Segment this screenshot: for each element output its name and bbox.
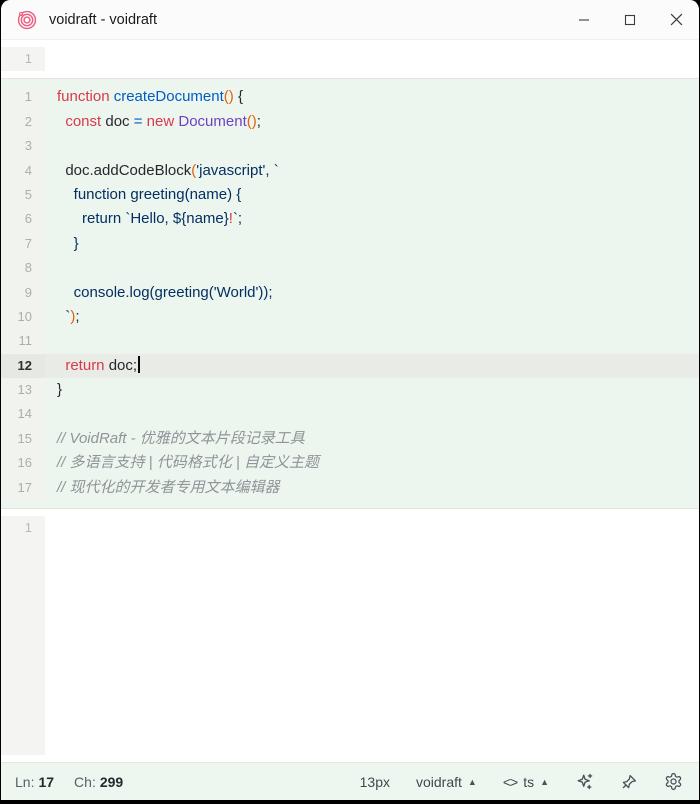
editor: 11function createDocument() {2 const doc… <box>1 40 699 762</box>
line-number: 13 <box>1 378 45 402</box>
window-controls <box>561 0 699 39</box>
code-brackets-icon: <> <box>503 774 517 790</box>
char-indicator: Ch:299 <box>74 774 123 790</box>
line-number: 4 <box>1 159 45 183</box>
line-indicator: Ln:17 <box>15 774 54 790</box>
line-number: 5 <box>1 183 45 207</box>
line-number: 10 <box>1 305 45 329</box>
settings-gear-icon[interactable] <box>664 772 683 791</box>
code-line[interactable]: 7 } <box>1 232 699 256</box>
line-number: 17 <box>1 476 45 500</box>
code-text <box>45 256 699 280</box>
cursor-position: Ln:17 Ch:299 <box>15 774 123 790</box>
line-number: 16 <box>1 451 45 475</box>
code-line[interactable]: 4 doc.addCodeBlock('javascript', ` <box>1 159 699 183</box>
language-selector[interactable]: <> ts ▲ <box>503 774 549 790</box>
code-line[interactable]: 1 <box>1 516 699 540</box>
code-text: return doc; <box>45 354 699 378</box>
line-number: 1 <box>1 47 45 71</box>
code-line[interactable]: 14 <box>1 402 699 426</box>
line-number: 1 <box>1 516 45 540</box>
code-line[interactable]: 6 return `Hello, ${name}!`; <box>1 207 699 231</box>
code-text: } <box>45 232 699 256</box>
line-number: 6 <box>1 207 45 231</box>
code-text: function greeting(name) { <box>45 183 699 207</box>
code-block: 1 <box>1 40 699 78</box>
empty-code-area <box>45 540 699 755</box>
line-number: 3 <box>1 134 45 158</box>
code-text: console.log(greeting('World')); <box>45 281 699 305</box>
minimize-button[interactable] <box>561 0 607 39</box>
app-window: voidraft - voidraft 11function createDoc… <box>0 0 700 800</box>
code-text: return `Hello, ${name}!`; <box>45 207 699 231</box>
line-number: 15 <box>1 427 45 451</box>
code-line[interactable]: 5 function greeting(name) { <box>1 183 699 207</box>
code-line[interactable]: 10 `); <box>1 305 699 329</box>
pin-icon[interactable] <box>620 773 638 791</box>
code-line[interactable]: 1function createDocument() { <box>1 85 699 109</box>
format-sparkles-icon[interactable] <box>575 772 594 791</box>
code-text: const doc = new Document(); <box>45 110 699 134</box>
code-text <box>45 516 699 540</box>
line-number: 14 <box>1 402 45 426</box>
close-button[interactable] <box>653 0 699 39</box>
code-line[interactable]: 17// 现代化的开发者专用文本编辑器 <box>1 476 699 500</box>
code-line[interactable]: 2 const doc = new Document(); <box>1 110 699 134</box>
code-text: doc.addCodeBlock('javascript', ` <box>45 159 699 183</box>
gutter-column <box>1 540 45 755</box>
code-text <box>45 134 699 158</box>
text-caret <box>138 356 140 373</box>
voidraft-logo-icon <box>16 9 38 31</box>
code-line[interactable]: 11 <box>1 329 699 353</box>
code-text: function createDocument() { <box>45 85 699 109</box>
line-number: 9 <box>1 281 45 305</box>
code-text <box>45 47 699 71</box>
line-number: 2 <box>1 110 45 134</box>
code-line[interactable]: 15// VoidRaft - 优雅的文本片段记录工具 <box>1 427 699 451</box>
code-text: // VoidRaft - 优雅的文本片段记录工具 <box>45 427 699 451</box>
line-number: 12 <box>1 354 45 378</box>
line-number: 11 <box>1 329 45 353</box>
chevron-up-icon: ▲ <box>540 777 549 787</box>
active-code-line[interactable]: 12 return doc; <box>1 354 699 378</box>
code-line[interactable]: 1 <box>1 47 699 71</box>
maximize-button[interactable] <box>607 0 653 39</box>
code-text <box>45 329 699 353</box>
line-number: 1 <box>1 85 45 109</box>
editor-empty-area[interactable] <box>1 540 699 755</box>
code-line[interactable]: 13} <box>1 378 699 402</box>
code-text <box>45 402 699 426</box>
window-title: voidraft - voidraft <box>49 12 157 28</box>
code-block: 1function createDocument() {2 const doc … <box>1 78 699 509</box>
code-line[interactable]: 16// 多语言支持 | 代码格式化 | 自定义主题 <box>1 451 699 475</box>
code-text: `); <box>45 305 699 329</box>
code-text: // 多语言支持 | 代码格式化 | 自定义主题 <box>45 451 699 475</box>
code-line[interactable]: 9 console.log(greeting('World')); <box>1 281 699 305</box>
font-size-button[interactable]: 13px <box>360 774 390 790</box>
chevron-up-icon: ▲ <box>468 777 477 787</box>
title-bar: voidraft - voidraft <box>1 0 699 40</box>
code-text: // 现代化的开发者专用文本编辑器 <box>45 476 699 500</box>
code-text: } <box>45 378 699 402</box>
code-block: 1 <box>1 509 699 762</box>
line-number: 8 <box>1 256 45 280</box>
code-line[interactable]: 3 <box>1 134 699 158</box>
document-selector[interactable]: voidraft▲ <box>416 774 477 790</box>
status-bar: Ln:17 Ch:299 13px voidraft▲ <> ts ▲ <box>1 762 699 800</box>
line-number: 7 <box>1 232 45 256</box>
code-line[interactable]: 8 <box>1 256 699 280</box>
